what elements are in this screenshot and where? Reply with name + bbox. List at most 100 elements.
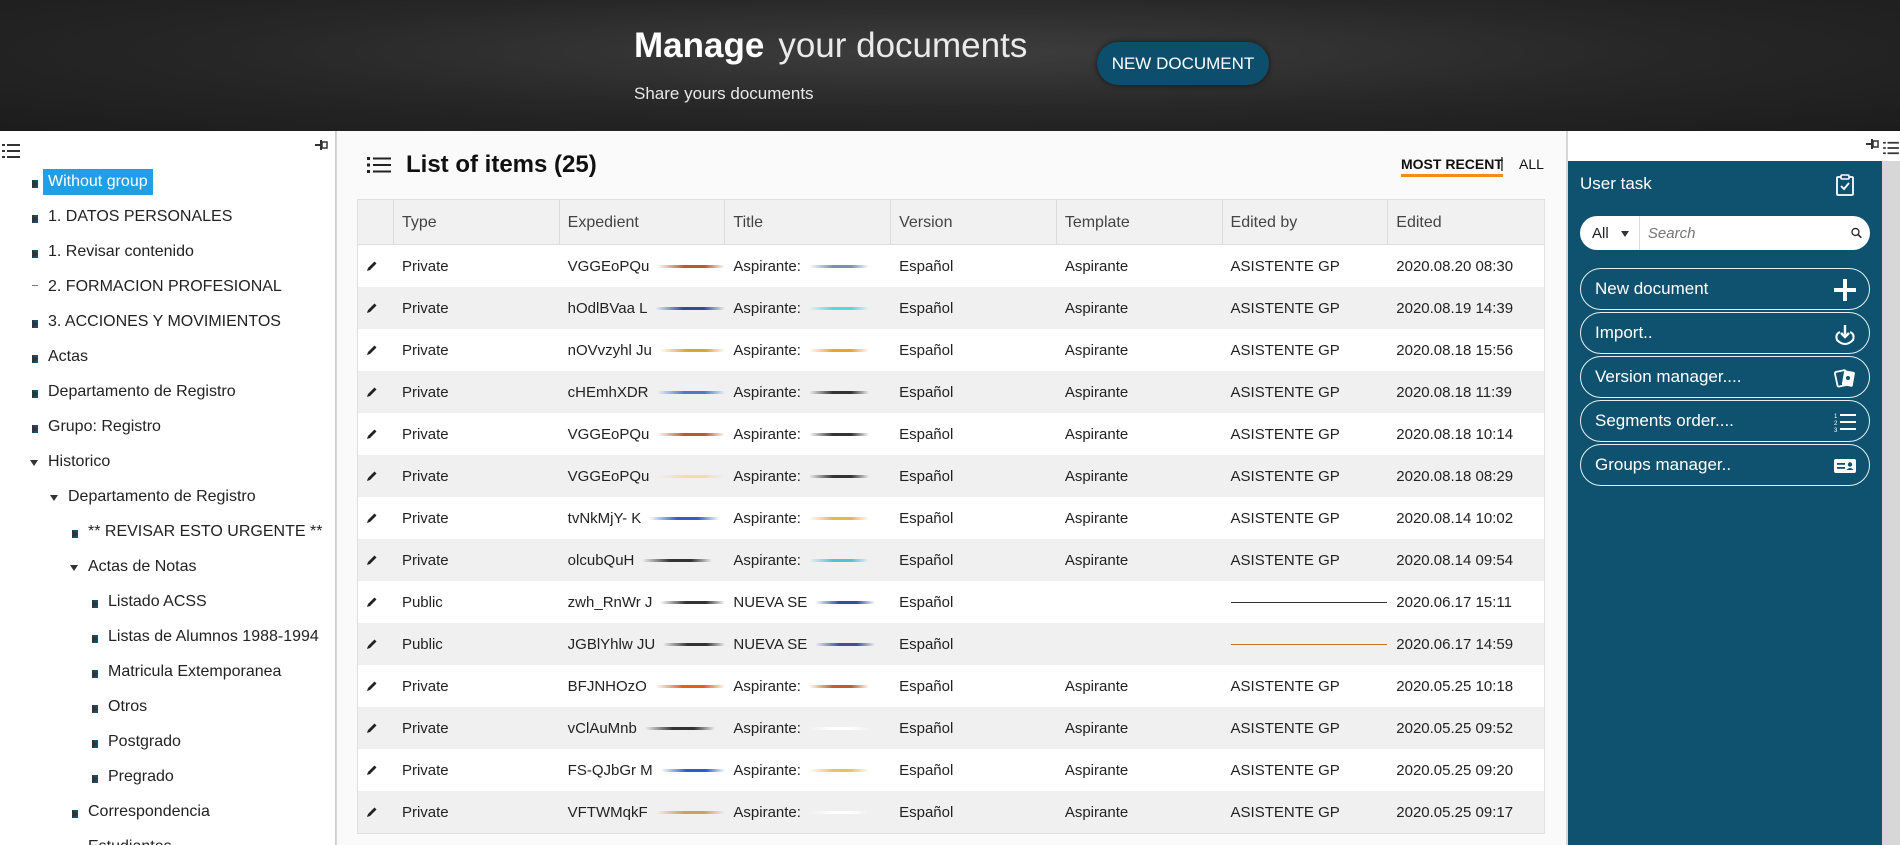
expand-arrow-icon[interactable] [92,705,98,713]
edit-cell[interactable] [358,455,394,497]
expand-arrow-icon[interactable] [32,180,38,188]
tree-item[interactable]: 1. Revisar contenido [0,234,335,269]
table-row[interactable]: Private hOdlBVaa L Aspirante: Español Aspira… [358,287,1544,329]
table-row[interactable]: Private VGGEoPQu Aspirante: Español Aspirant… [358,455,1544,497]
list-toggle-icon[interactable] [1883,141,1899,155]
table-row[interactable]: Private nOVvzyhl Ju Aspirante: Español Aspir… [358,329,1544,371]
table-row[interactable]: Private FS-QJbGr M Aspirante: Español Aspira… [358,749,1544,791]
expand-arrow-icon[interactable] [32,320,38,328]
tree-item[interactable]: Without group [0,164,335,199]
edit-cell[interactable] [358,413,394,455]
tree-item[interactable]: Postgrado [0,724,335,759]
tree-item[interactable]: Departamento de Registro [0,374,335,409]
import-button[interactable]: Import.. [1580,312,1870,354]
edit-cell[interactable] [358,329,394,371]
pencil-icon[interactable] [366,512,378,524]
tree-item[interactable]: Correspondencia [0,794,335,829]
tree-item[interactable]: Actas [0,339,335,374]
edit-cell[interactable] [358,245,394,287]
edit-cell[interactable] [358,287,394,329]
column-header-title[interactable]: Title [725,200,892,245]
tree-item[interactable]: Listas de Alumnos 1988-1994 [0,619,335,654]
version-manager-button[interactable]: Version manager.... [1580,356,1870,398]
expand-arrow-icon[interactable] [92,635,98,643]
column-header-edited-by[interactable]: Edited by [1223,200,1389,245]
expand-arrow-icon[interactable] [32,425,38,433]
column-header-template[interactable]: Template [1057,200,1223,245]
edit-cell[interactable] [358,539,394,581]
pin-icon[interactable] [315,139,329,151]
table-row[interactable]: Private VGGEoPQu Aspirante: Español Aspirant… [358,245,1544,287]
edit-cell[interactable] [358,749,394,791]
column-header-expedient[interactable]: Expedient [560,200,726,245]
pencil-icon[interactable] [366,344,378,356]
table-row[interactable]: Private vClAuMnb Aspirante: Español Aspirant… [358,707,1544,749]
edit-cell[interactable] [358,665,394,707]
pencil-icon[interactable] [366,428,378,440]
tree-item[interactable]: Matricula Extemporanea [0,654,335,689]
task-filter-select[interactable]: All [1580,216,1640,250]
table-row[interactable]: Private VFTWMqkF Aspirante: Español Aspirant… [358,791,1544,833]
clipboard-check-icon[interactable] [1836,174,1854,196]
pin-icon[interactable] [1866,138,1880,150]
expand-arrow-icon[interactable] [32,215,38,223]
tree-item[interactable]: Actas de Notas [0,549,335,584]
expand-arrow-icon[interactable] [32,390,38,398]
task-search-input[interactable] [1639,218,1849,248]
pencil-icon[interactable] [366,554,378,566]
pencil-icon[interactable] [366,386,378,398]
expand-arrow-icon[interactable] [92,670,98,678]
column-header-edited[interactable]: Edited [1388,200,1544,245]
column-header-version[interactable]: Version [891,200,1057,245]
table-row[interactable]: Private VGGEoPQu Aspirante: Español Aspirant… [358,413,1544,455]
column-header-type[interactable]: Type [394,200,560,245]
expand-arrow-icon[interactable] [92,740,98,748]
tree-item[interactable]: Pregrado [0,759,335,794]
expand-arrow-icon[interactable] [32,250,38,258]
expand-arrow-icon[interactable] [72,810,78,818]
pencil-icon[interactable] [366,680,378,692]
new-document-task-button[interactable]: New document [1580,268,1870,310]
table-row[interactable]: Private tvNkMjY- K Aspirante: Español Aspira… [358,497,1544,539]
groups-manager-button[interactable]: Groups manager.. [1580,444,1870,486]
list-toggle-icon[interactable] [2,143,20,159]
pencil-icon[interactable] [366,722,378,734]
edit-cell[interactable] [358,791,394,833]
table-row[interactable]: Public JGBlYhlw JU NUEVA SE Español 2020.06.… [358,623,1544,665]
expand-arrow-icon[interactable] [32,355,38,363]
table-row[interactable]: Private BFJNHOzO Aspirante: Español Aspirant… [358,665,1544,707]
tree-item[interactable]: 2. FORMACION PROFESIONAL [0,269,335,304]
tree-item[interactable]: Listado ACSS [0,584,335,619]
expand-arrow-icon[interactable] [92,775,98,783]
pencil-icon[interactable] [366,806,378,818]
table-row[interactable]: Private cHEmhXDR Aspirante: Español Aspirant… [358,371,1544,413]
tree-item[interactable]: Estudiantes [0,829,335,845]
pencil-icon[interactable] [366,638,378,650]
expand-arrow-icon[interactable] [72,530,78,538]
tree-item[interactable]: 1. DATOS PERSONALES [0,199,335,234]
edit-cell[interactable] [358,581,394,623]
tree-item[interactable]: Historico [0,444,335,479]
pencil-icon[interactable] [366,260,378,272]
tree-item[interactable]: Grupo: Registro [0,409,335,444]
collapse-arrow-icon[interactable] [70,565,78,571]
tree-item[interactable]: Otros [0,689,335,724]
table-row[interactable]: Public zwh_RnWr J NUEVA SE Español 2020.06.1… [358,581,1544,623]
filter-all[interactable]: ALL [1519,156,1544,172]
collapse-arrow-icon[interactable] [30,460,38,466]
edit-cell[interactable] [358,707,394,749]
filter-most-recent[interactable]: MOST RECENT [1401,156,1503,177]
pencil-icon[interactable] [366,764,378,776]
pencil-icon[interactable] [366,302,378,314]
new-document-button[interactable]: NEW DOCUMENT [1097,42,1269,85]
tree-item[interactable]: ** REVISAR ESTO URGENTE ** [0,514,335,549]
edit-cell[interactable] [358,497,394,539]
tree-item[interactable]: Departamento de Registro [0,479,335,514]
expand-arrow-icon[interactable] [92,600,98,608]
edit-cell[interactable] [358,371,394,413]
tree-item[interactable]: 3. ACCIONES Y MOVIMIENTOS [0,304,335,339]
search-icon[interactable] [1849,219,1864,247]
table-row[interactable]: Private olcubQuH Aspirante: Español Aspirant… [358,539,1544,581]
pencil-icon[interactable] [366,470,378,482]
collapse-arrow-icon[interactable] [50,495,58,501]
